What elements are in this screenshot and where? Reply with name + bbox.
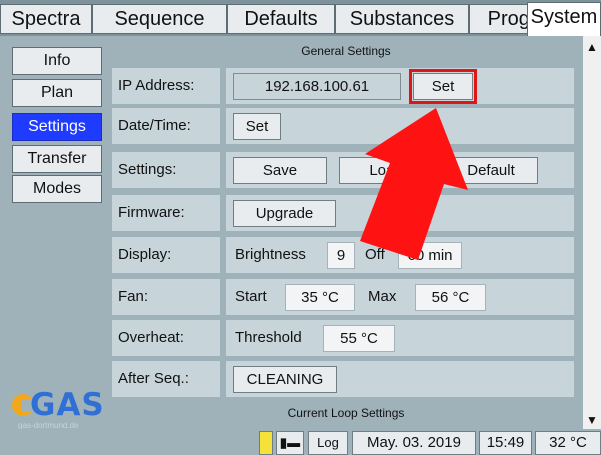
- upgrade-button[interactable]: Upgrade: [233, 200, 336, 227]
- datetime-body: Set: [226, 108, 574, 144]
- tab-substances[interactable]: Substances: [335, 4, 469, 34]
- fan-row: Fan: Start 35 °C Max 56 °C: [109, 279, 583, 315]
- off-value[interactable]: 60 min: [398, 242, 462, 269]
- settings-body: Save Load Default: [226, 152, 574, 188]
- fan-body: Start 35 °C Max 56 °C: [226, 279, 574, 315]
- gas-logo: GAS gas-dortmund.de: [12, 385, 112, 430]
- battery-icon: [259, 431, 273, 455]
- display-label: Display:: [112, 237, 220, 273]
- log-button[interactable]: Log: [308, 431, 348, 455]
- firmware-body: Upgrade: [226, 195, 574, 231]
- sidebar-item-settings[interactable]: Settings: [12, 113, 102, 141]
- scroll-down-icon[interactable]: ▼: [585, 411, 599, 429]
- scrollbar[interactable]: ▲ ▼: [583, 36, 601, 429]
- after-seq-body: CLEANING: [226, 361, 574, 397]
- tab-sequence[interactable]: Sequence: [92, 4, 227, 34]
- brightness-value[interactable]: 9: [327, 242, 355, 269]
- tab-defaults[interactable]: Defaults: [227, 4, 335, 34]
- brightness-label: Brightness: [235, 246, 306, 263]
- logo-text: GAS: [30, 387, 105, 423]
- fan-label: Fan:: [112, 279, 220, 315]
- fan-start-value[interactable]: 35 °C: [285, 284, 355, 311]
- firmware-row: Firmware: Upgrade: [109, 195, 583, 231]
- default-button[interactable]: Default: [444, 157, 538, 184]
- datetime-row: Date/Time: Set: [109, 108, 583, 144]
- after-seq-select[interactable]: CLEANING: [233, 366, 337, 393]
- display-body: Brightness 9 Off 60 min: [226, 237, 574, 273]
- status-temp: 32 °C: [535, 431, 601, 455]
- screen: Spectra Sequence Defaults Substances Pro…: [0, 0, 601, 455]
- status-date: May. 03. 2019: [352, 431, 476, 455]
- plug-icon: ▮▬: [276, 431, 304, 455]
- after-seq-label: After Seq.:: [112, 361, 220, 397]
- status-bar: ▮▬ Log May. 03. 2019 15:49 32 °C: [0, 429, 601, 455]
- overheat-body: Threshold 55 °C: [226, 320, 574, 356]
- tab-system[interactable]: System: [527, 2, 601, 36]
- datetime-set-button[interactable]: Set: [233, 113, 281, 140]
- overheat-label: Overheat:: [112, 320, 220, 356]
- sidebar-item-info[interactable]: Info: [12, 47, 102, 75]
- sidebar-item-modes[interactable]: Modes: [12, 175, 102, 203]
- loop-settings-header: Current Loop Settings: [287, 406, 405, 420]
- after-seq-row: After Seq.: CLEANING: [109, 361, 583, 397]
- save-button[interactable]: Save: [233, 157, 327, 184]
- load-button[interactable]: Load: [339, 157, 433, 184]
- fan-max-label: Max: [368, 288, 397, 305]
- off-label: Off: [365, 246, 385, 263]
- datetime-label: Date/Time:: [112, 108, 220, 144]
- settings-label: Settings:: [112, 152, 220, 188]
- highlight-box: [409, 69, 477, 104]
- threshold-label: Threshold: [235, 329, 302, 346]
- scroll-up-icon[interactable]: ▲: [585, 38, 599, 56]
- display-row: Display: Brightness 9 Off 60 min: [109, 237, 583, 273]
- sidebar-item-plan[interactable]: Plan: [12, 79, 102, 107]
- overheat-row: Overheat: Threshold 55 °C: [109, 320, 583, 356]
- tab-spectra[interactable]: Spectra: [0, 4, 92, 34]
- firmware-label: Firmware:: [112, 195, 220, 231]
- fan-max-value[interactable]: 56 °C: [415, 284, 486, 311]
- ip-address-body: 192.168.100.61 Set: [226, 68, 574, 104]
- main-panel: General Settings IP Address: 192.168.100…: [109, 36, 583, 429]
- status-time: 15:49: [479, 431, 532, 455]
- tab-bar: Spectra Sequence Defaults Substances Pro…: [0, 0, 601, 36]
- general-settings-header: General Settings: [301, 44, 391, 58]
- ip-address-row: IP Address: 192.168.100.61 Set: [109, 68, 583, 104]
- sidebar-item-transfer[interactable]: Transfer: [12, 145, 102, 173]
- fan-start-label: Start: [235, 288, 267, 305]
- ip-address-label: IP Address:: [112, 68, 220, 104]
- settings-row: Settings: Save Load Default: [109, 152, 583, 188]
- sidebar: Info Plan Settings Transfer Modes: [0, 36, 109, 429]
- threshold-value[interactable]: 55 °C: [323, 325, 395, 352]
- ip-address-field[interactable]: 192.168.100.61: [233, 73, 401, 100]
